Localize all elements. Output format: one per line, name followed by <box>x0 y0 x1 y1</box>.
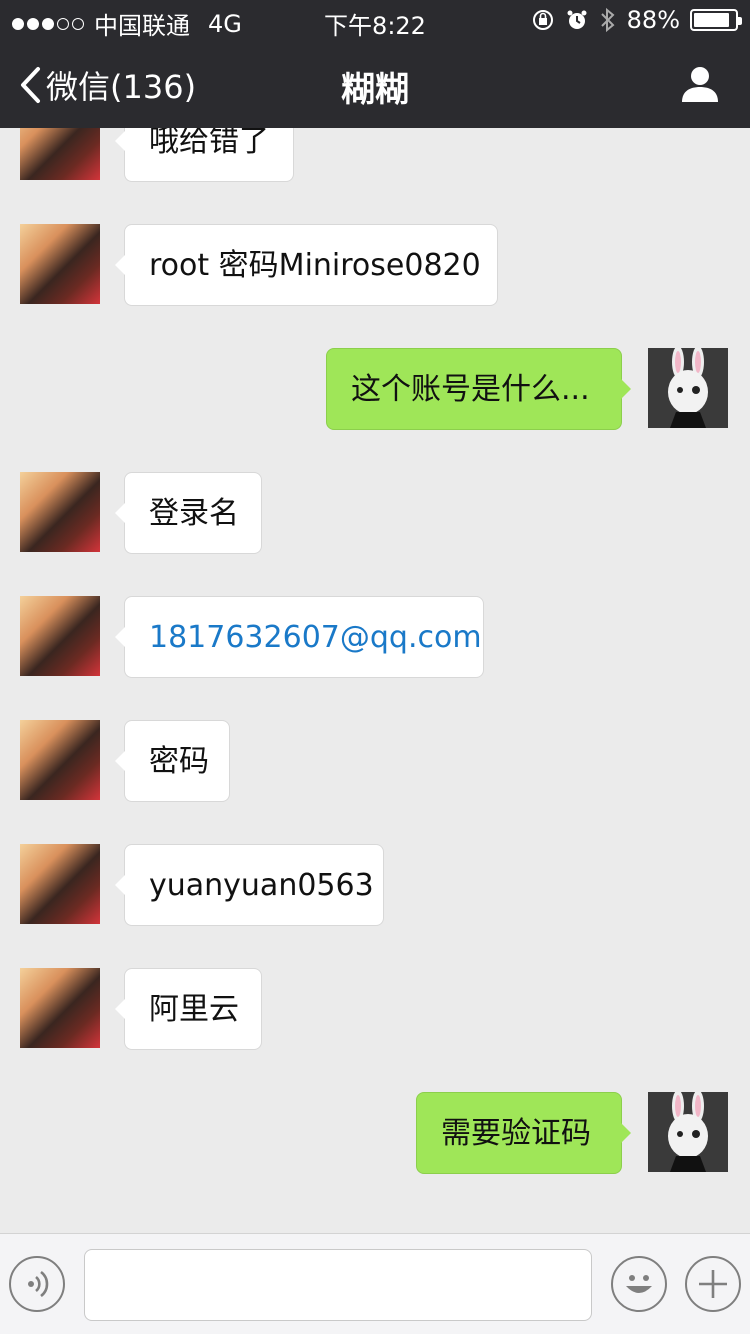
contact-avatar[interactable] <box>20 968 100 1048</box>
chat-title: 糊糊 <box>341 70 409 110</box>
status-bar: 中国联通 4G 下午8:22 88% <box>0 0 750 40</box>
status-right: 88% <box>531 6 742 34</box>
more-button[interactable] <box>685 1256 741 1312</box>
voice-button[interactable] <box>9 1256 65 1312</box>
message-bubble-email-link[interactable]: 1817632607@qq.com <box>115 596 484 678</box>
navigation-bar: 微信(136) 糊糊 <box>0 40 750 128</box>
battery-icon <box>690 9 742 31</box>
emoji-button[interactable] <box>611 1256 667 1312</box>
alarm-icon <box>567 10 587 29</box>
contact-avatar[interactable] <box>20 596 100 676</box>
lock-rotation-icon <box>532 10 553 30</box>
input-bar <box>0 1233 750 1334</box>
battery-percent: 88% <box>626 6 680 34</box>
profile-icon[interactable] <box>680 64 720 104</box>
my-avatar[interactable] <box>648 348 728 428</box>
contact-avatar[interactable] <box>20 224 100 304</box>
message-input[interactable] <box>84 1249 592 1321</box>
message-bubble-incoming[interactable]: 阿里云 <box>115 968 262 1050</box>
contact-avatar[interactable] <box>20 472 100 552</box>
message-bubble-incoming[interactable]: 密码 <box>115 720 230 802</box>
rabbit-mask-avatar-icon <box>648 348 728 428</box>
contact-avatar[interactable] <box>20 720 100 800</box>
plus-icon <box>699 1270 727 1298</box>
message-bubble-incoming[interactable]: root 密码Minirose0820 <box>115 224 498 306</box>
contact-avatar[interactable] <box>20 128 100 180</box>
contact-avatar[interactable] <box>20 844 100 924</box>
message-bubble-outgoing[interactable]: 需要验证码 <box>416 1092 631 1174</box>
message-bubble-incoming[interactable]: 登录名 <box>115 472 262 554</box>
voice-icon <box>28 1270 49 1298</box>
rabbit-mask-avatar-icon <box>648 1092 728 1172</box>
message-bubble-incoming[interactable]: yuanyuan0563 <box>115 844 384 926</box>
emoji-icon <box>626 1275 652 1293</box>
message-list[interactable]: 哦给错了 root 密码Minirose0820 这个账号是什么... 登录名 … <box>0 128 750 1233</box>
message-bubble-incoming[interactable]: 哦给错了 <box>115 128 294 182</box>
my-avatar[interactable] <box>648 1092 728 1172</box>
bluetooth-icon <box>600 7 615 33</box>
message-bubble-outgoing[interactable]: 这个账号是什么... <box>326 348 631 430</box>
